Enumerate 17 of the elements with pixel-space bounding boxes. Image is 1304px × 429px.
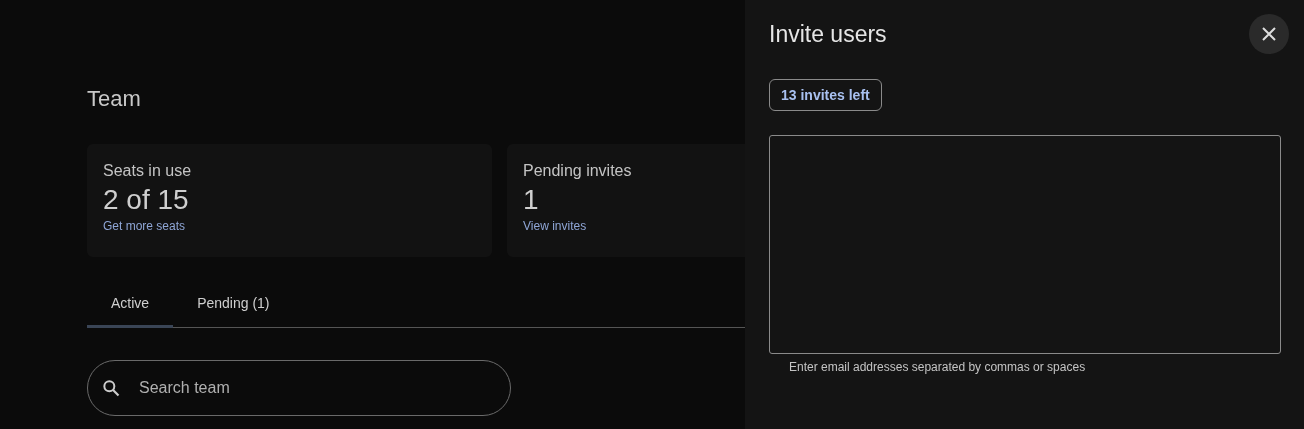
stat-link[interactable]: View invites [523, 219, 587, 233]
tab[interactable]: Pending (1) [173, 279, 294, 328]
invites-left-chip: 13 invites left [769, 79, 882, 111]
stat-label: Seats in use [103, 162, 192, 180]
page-title: Team [87, 86, 141, 112]
tab[interactable]: Active [87, 279, 174, 328]
close-button[interactable] [1249, 14, 1289, 54]
close-icon [1261, 26, 1277, 42]
search-icon [101, 378, 121, 398]
stat-label: Pending invites [523, 162, 632, 180]
email-input-field[interactable] [769, 135, 1281, 354]
search-field[interactable]: Search team [87, 360, 511, 416]
stat-link[interactable]: Get more seats [103, 219, 186, 233]
stat-value: 2 of 15 [103, 184, 189, 216]
stat-value: 1 [523, 184, 539, 216]
helper-text: Enter email addresses separated by commas or spaces [789, 360, 1086, 374]
panel-title: Invite users [769, 20, 887, 48]
